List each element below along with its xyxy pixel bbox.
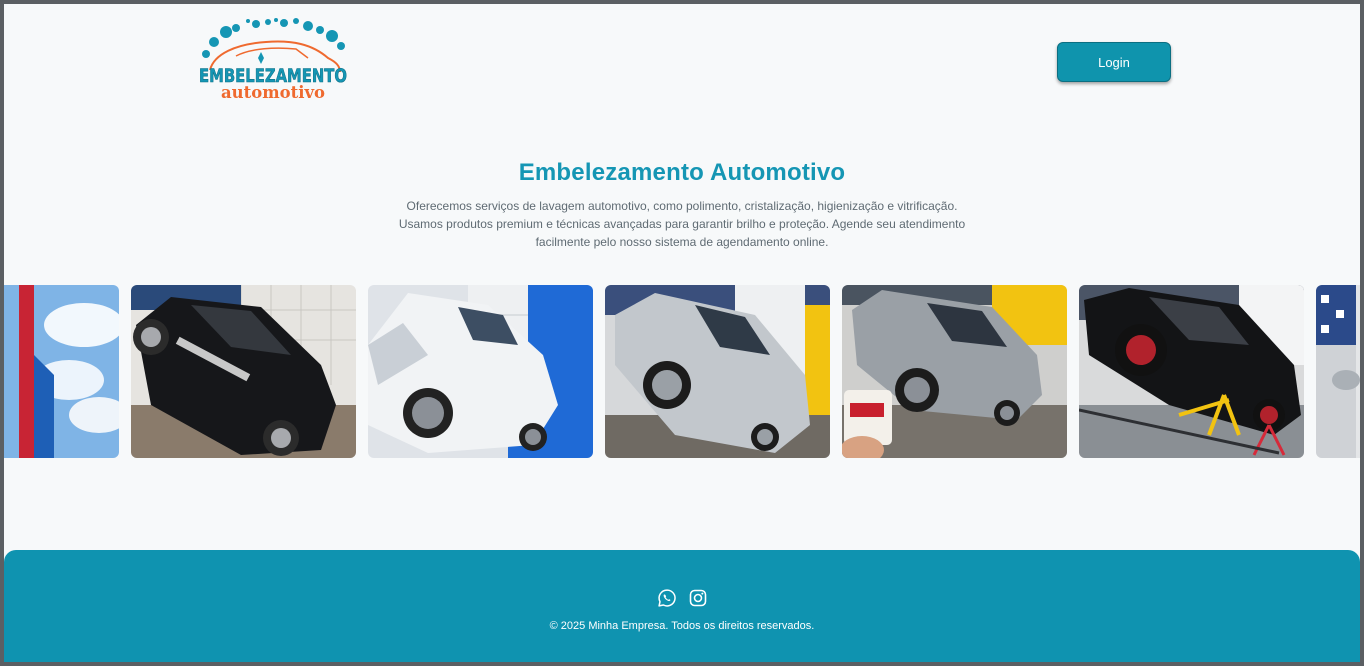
social-links [4,588,1360,608]
photo-carousel[interactable] [4,285,1360,458]
hero-section: Embelezamento Automotivo Oferecemos serv… [4,159,1360,251]
logo-sub-text: automotivo [221,83,325,102]
carousel-photo-partial[interactable] [1316,285,1360,458]
carousel-photo-red-car[interactable] [4,285,119,458]
page: EMBELEZAMENTO automotivo Login Embelezam… [4,4,1360,662]
copyright-text: © 2025 Minha Empresa. Todos os direitos … [549,620,815,632]
carousel-photo-silver-suv[interactable] [605,285,830,458]
footer: © 2025 Minha Empresa. Todos os direitos … [4,550,1360,662]
carousel-photo-white-sedan[interactable] [368,285,593,458]
brand-logo[interactable]: EMBELEZAMENTO automotivo [196,18,350,103]
login-button[interactable]: Login [1057,42,1171,82]
page-title: Embelezamento Automotivo [518,159,846,186]
carousel-photo-black-hatchback[interactable] [131,285,356,458]
instagram-icon[interactable] [688,588,708,608]
carousel-photo-gray-suv[interactable] [842,285,1067,458]
hero-description: Oferecemos serviços de lavagem automotiv… [398,199,966,249]
carousel-photo-black-suv[interactable] [1079,285,1304,458]
whatsapp-icon[interactable] [657,588,677,608]
header: EMBELEZAMENTO automotivo Login [4,4,1360,114]
